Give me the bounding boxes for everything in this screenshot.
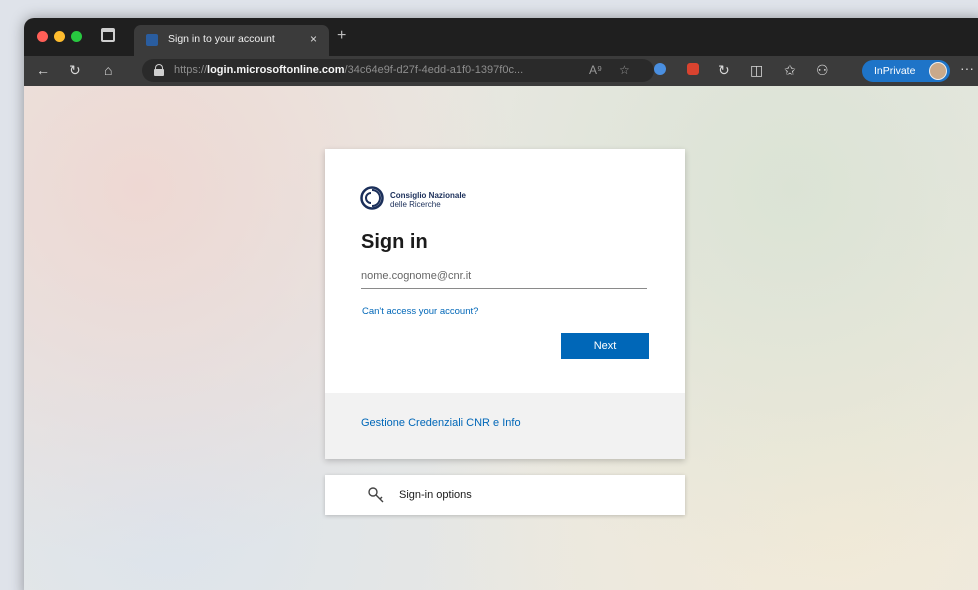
favorite-star-icon[interactable]: ☆	[619, 63, 630, 77]
close-window-button[interactable]	[37, 31, 48, 42]
tab-close-icon[interactable]: ×	[310, 32, 317, 46]
logo-line2: delle Ricerche	[390, 200, 441, 209]
favorites-icon[interactable]: ✩	[784, 61, 796, 79]
tab-title: Sign in to your account	[168, 33, 275, 45]
more-options-icon[interactable]: ···	[960, 60, 974, 76]
browser-toolbar: ← ↻ ⌂ https://login.microsoftonline.com/…	[24, 56, 978, 86]
key-icon	[368, 487, 384, 503]
signin-card: Consiglio Nazionale delle Ricerche Sign …	[325, 149, 685, 459]
minimize-window-button[interactable]	[54, 31, 65, 42]
tab-favicon-icon	[146, 34, 158, 46]
read-aloud-icon[interactable]: A⁹	[589, 63, 602, 77]
page-title: Sign in	[361, 231, 428, 253]
extension-red-icon[interactable]	[687, 63, 699, 75]
back-icon[interactable]: ←	[36, 61, 50, 79]
card-footer: Gestione Credenziali CNR e Info	[325, 393, 685, 459]
new-tab-button[interactable]: +	[337, 27, 346, 45]
url-scheme: https://	[174, 64, 208, 76]
logo-line1: Consiglio Nazionale	[390, 191, 467, 200]
signin-options-button[interactable]: Sign-in options	[325, 475, 685, 515]
url-path: /34c64e9f-d27f-4edd-a1f0-1397f0c...	[344, 64, 524, 76]
split-screen-icon[interactable]: ◫	[750, 61, 763, 79]
next-button[interactable]: Next	[561, 333, 649, 359]
lock-icon	[154, 64, 164, 76]
avatar	[929, 62, 947, 80]
url-host: login.microsoftonline.com	[207, 64, 345, 76]
zoom-window-button[interactable]	[71, 31, 82, 42]
tab-sign-in[interactable]: Sign in to your account ×	[134, 25, 329, 56]
cant-access-link[interactable]: Can't access your account?	[362, 306, 478, 317]
home-icon[interactable]: ⌂	[104, 61, 112, 79]
inprivate-badge[interactable]: InPrivate	[862, 60, 950, 82]
browser-window: Sign in to your account × + ← ↻ ⌂ https:…	[24, 18, 978, 590]
refresh-icon[interactable]: ↻	[69, 61, 81, 79]
logo-text: Consiglio Nazionale delle Ricerche	[390, 191, 466, 209]
tab-actions-icon[interactable]	[101, 28, 115, 42]
gestione-credenziali-link[interactable]: Gestione Credenziali CNR e Info	[361, 417, 521, 429]
address-bar[interactable]: https://login.microsoftonline.com/34c64e…	[142, 59, 654, 82]
cnr-logo: Consiglio Nazionale delle Ricerche	[360, 186, 520, 212]
page-content: Consiglio Nazionale delle Ricerche Sign …	[24, 86, 978, 590]
signin-options-label: Sign-in options	[399, 489, 472, 501]
cnr-logo-icon	[360, 186, 384, 210]
extension-blue-icon[interactable]	[654, 63, 666, 75]
email-field[interactable]	[361, 263, 647, 289]
url-text: https://login.microsoftonline.com/34c64e…	[174, 64, 523, 76]
extension-icon[interactable]: ↻	[718, 61, 730, 79]
collections-icon[interactable]: ⚇	[816, 61, 829, 79]
inprivate-label: InPrivate	[874, 65, 916, 77]
tab-strip: Sign in to your account × +	[24, 18, 978, 56]
